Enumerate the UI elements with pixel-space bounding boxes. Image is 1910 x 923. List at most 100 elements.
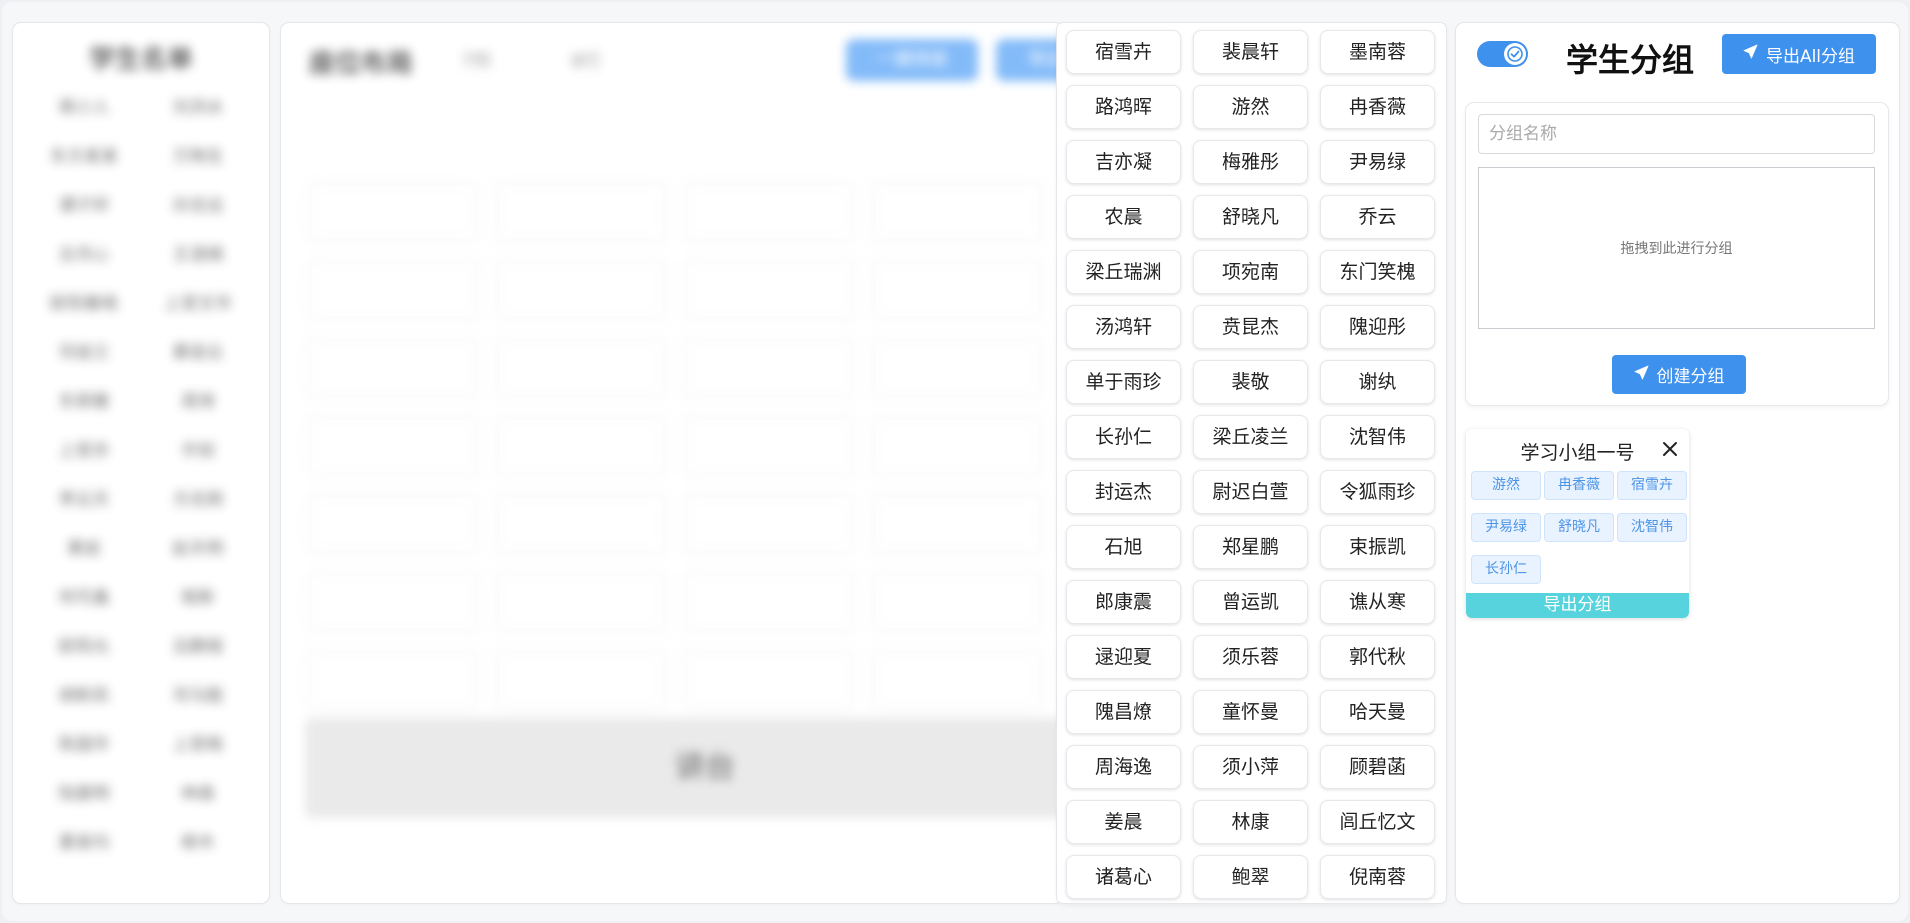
student-card[interactable]: 闾丘忆文 (1320, 800, 1435, 844)
student-card[interactable]: 倪南蓉 (1320, 855, 1435, 899)
seat-slot[interactable] (497, 183, 665, 241)
student-card[interactable]: 周海逸 (1066, 745, 1181, 789)
student-card[interactable]: 诸葛心 (1066, 855, 1181, 899)
student-card[interactable]: 哈天曼 (1320, 690, 1435, 734)
seat-slot[interactable] (685, 573, 853, 631)
seat-slot[interactable] (685, 651, 853, 709)
student-card[interactable]: 林康 (1193, 800, 1308, 844)
student-card[interactable]: 单于雨珍 (1066, 360, 1181, 404)
student-card[interactable]: 须小萍 (1193, 745, 1308, 789)
student-card[interactable]: 贲昆杰 (1193, 305, 1308, 349)
seat-slot[interactable] (309, 651, 477, 709)
seat-slot[interactable] (873, 183, 1041, 241)
close-icon[interactable] (1660, 439, 1680, 459)
student-card[interactable]: 吉亦凝 (1066, 140, 1181, 184)
student-card[interactable]: 梁丘凌兰 (1193, 415, 1308, 459)
seat-slot[interactable] (497, 417, 665, 475)
seat-slot[interactable] (497, 495, 665, 553)
student-card[interactable]: 郭代秋 (1320, 635, 1435, 679)
student-card[interactable]: 令狐雨珍 (1320, 470, 1435, 514)
student-card[interactable]: 梁丘瑞渊 (1066, 250, 1181, 294)
student-card[interactable]: 郎康震 (1066, 580, 1181, 624)
student-card[interactable]: 乔云 (1320, 195, 1435, 239)
student-card[interactable]: 顾碧菡 (1320, 745, 1435, 789)
student-card[interactable]: 姜晨 (1066, 800, 1181, 844)
student-card[interactable]: 逯迎夏 (1066, 635, 1181, 679)
seat-slot[interactable] (685, 261, 853, 319)
seat-layout-panel: 座位布局 7列 8行 一键排座 导出 讲台 (281, 23, 1063, 903)
student-card[interactable]: 冉香薇 (1320, 85, 1435, 129)
columns-select[interactable]: 7列 (461, 47, 490, 73)
student-card[interactable]: 郑星鹏 (1193, 525, 1308, 569)
seat-slot[interactable] (309, 183, 477, 241)
drop-zone[interactable]: 拖拽到此进行分组 (1478, 167, 1875, 329)
student-card[interactable]: 农晨 (1066, 195, 1181, 239)
student-card[interactable]: 东门笑槐 (1320, 250, 1435, 294)
student-card[interactable]: 鲍翠 (1193, 855, 1308, 899)
student-card[interactable]: 束振凯 (1320, 525, 1435, 569)
seat-slot[interactable] (497, 261, 665, 319)
seat-slot[interactable] (873, 261, 1041, 319)
seat-slot[interactable] (873, 651, 1041, 709)
seat-slot[interactable] (497, 651, 665, 709)
seat-slot[interactable] (309, 495, 477, 553)
group-member-tag[interactable]: 尹易绿 (1471, 513, 1541, 542)
seat-slot[interactable] (873, 417, 1041, 475)
student-card[interactable]: 谢纨 (1320, 360, 1435, 404)
student-card[interactable]: 墨南蓉 (1320, 30, 1435, 74)
create-group-button[interactable]: 创建分组 (1612, 355, 1746, 394)
group-member-tag[interactable]: 舒晓凡 (1544, 513, 1614, 542)
student-card[interactable]: 童怀曼 (1193, 690, 1308, 734)
seat-slot[interactable] (685, 339, 853, 397)
auto-seat-button[interactable]: 一键排座 (846, 39, 978, 81)
student-card[interactable]: 宿雪卉 (1066, 30, 1181, 74)
student-card[interactable]: 石旭 (1066, 525, 1181, 569)
student-card[interactable]: 封运杰 (1066, 470, 1181, 514)
export-all-groups-button[interactable]: 导出All分组 (1722, 34, 1876, 74)
student-card[interactable]: 须乐蓉 (1193, 635, 1308, 679)
grouping-toggle[interactable] (1477, 41, 1528, 67)
student-card[interactable]: 隗昌燎 (1066, 690, 1181, 734)
roster-item: 刘洪水 (172, 98, 224, 118)
student-card[interactable]: 谯从寒 (1320, 580, 1435, 624)
student-card[interactable]: 梅雅彤 (1193, 140, 1308, 184)
seat-slot[interactable] (309, 261, 477, 319)
student-card[interactable]: 曾运凯 (1193, 580, 1308, 624)
group-member-tag[interactable]: 冉香薇 (1544, 471, 1614, 500)
student-card[interactable]: 裴晨轩 (1193, 30, 1308, 74)
group-member-tag[interactable]: 长孙仁 (1471, 555, 1541, 584)
student-card[interactable]: 裴敬 (1193, 360, 1308, 404)
seat-slot[interactable] (309, 417, 477, 475)
group-name-input[interactable] (1478, 114, 1875, 154)
export-group-button[interactable]: 导出分组 (1466, 593, 1689, 618)
group-member-tag[interactable]: 沈智伟 (1617, 513, 1687, 542)
seat-slot[interactable] (873, 495, 1041, 553)
student-card[interactable]: 尉迟白萱 (1193, 470, 1308, 514)
student-card[interactable]: 沈智伟 (1320, 415, 1435, 459)
student-card[interactable]: 长孙仁 (1066, 415, 1181, 459)
seat-slot[interactable] (685, 183, 853, 241)
student-card[interactable]: 项宛南 (1193, 250, 1308, 294)
group-card: 学习小组一号 游然 冉香薇 宿雪卉 尹易绿 舒晓凡 沈智伟 长孙仁 导出分组 (1466, 429, 1689, 618)
seat-slot[interactable] (309, 573, 477, 631)
rows-select[interactable]: 8行 (571, 47, 600, 73)
seat-slot[interactable] (497, 573, 665, 631)
student-card[interactable]: 舒晓凡 (1193, 195, 1308, 239)
group-member-tag[interactable]: 游然 (1471, 471, 1541, 500)
export-seat-button[interactable]: 导出 (996, 39, 1063, 81)
student-card[interactable]: 路鸿晖 (1066, 85, 1181, 129)
student-card[interactable]: 隗迎彤 (1320, 305, 1435, 349)
seat-slot[interactable] (873, 339, 1041, 397)
seat-slot[interactable] (873, 573, 1041, 631)
roster-item: 陆晨明 (58, 784, 110, 804)
seat-slot[interactable] (685, 495, 853, 553)
group-member-tag[interactable]: 宿雪卉 (1617, 471, 1687, 500)
seat-slot[interactable] (685, 417, 853, 475)
student-card[interactable]: 汤鸿轩 (1066, 305, 1181, 349)
roster-item: 程新 (181, 588, 215, 608)
student-card[interactable]: 尹易绿 (1320, 140, 1435, 184)
roster-item: 夏侯均 (58, 833, 110, 853)
seat-slot[interactable] (309, 339, 477, 397)
seat-slot[interactable] (497, 339, 665, 397)
student-card[interactable]: 游然 (1193, 85, 1308, 129)
